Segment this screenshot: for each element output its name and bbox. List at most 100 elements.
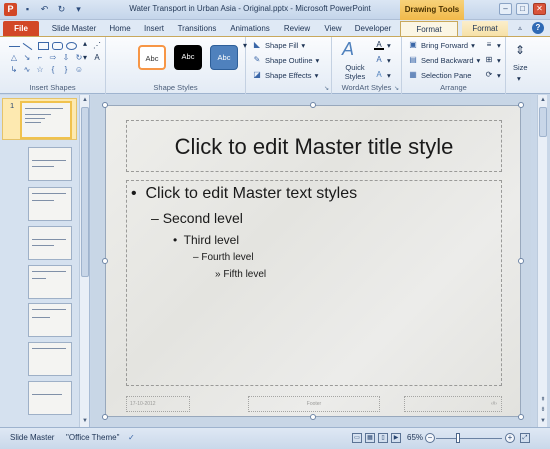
- curve-shape-icon[interactable]: ∿: [22, 65, 32, 75]
- maximize-icon[interactable]: □: [516, 3, 529, 15]
- rectangle-shape-icon[interactable]: [38, 42, 49, 50]
- style-preset-black[interactable]: Abc: [174, 45, 202, 70]
- text-fill-icon[interactable]: A ▾: [374, 40, 391, 50]
- block-arrow-shape-icon[interactable]: ⇨: [48, 53, 58, 63]
- slide-sorter-icon[interactable]: ▦: [365, 433, 375, 443]
- next-slide-icon[interactable]: ⇟: [539, 406, 547, 415]
- tab-home[interactable]: Home: [104, 21, 136, 36]
- thumbnail-layout[interactable]: [28, 147, 72, 181]
- minimize-icon[interactable]: –: [499, 3, 512, 15]
- group-objects-icon[interactable]: ⊞ ▾: [484, 55, 501, 65]
- powerpoint-icon[interactable]: P: [4, 3, 17, 16]
- text-outline-icon[interactable]: A ▾: [374, 55, 390, 65]
- thumbnail-layout[interactable]: [28, 342, 72, 376]
- rounded-rectangle-shape-icon[interactable]: [52, 42, 63, 50]
- undo-icon[interactable]: ↶: [38, 3, 51, 16]
- previous-slide-icon[interactable]: ⇞: [539, 396, 547, 405]
- triangle-shape-icon[interactable]: △: [9, 53, 19, 63]
- send-backward-button[interactable]: ▤ Send Backward ▾: [408, 55, 480, 65]
- zoom-in-icon[interactable]: +: [505, 433, 515, 443]
- customize-icon[interactable]: ▾: [72, 3, 85, 16]
- tab-animations[interactable]: Animations: [224, 21, 276, 36]
- oval-shape-icon[interactable]: [66, 42, 77, 50]
- shape-fill-button[interactable]: ◣ Shape Fill ▾: [252, 40, 305, 50]
- save-icon[interactable]: ▪: [21, 3, 34, 16]
- thumbnail-layout[interactable]: [28, 187, 72, 221]
- tab-view[interactable]: View: [318, 21, 348, 36]
- help-icon[interactable]: ?: [532, 22, 544, 34]
- scroll-up-icon[interactable]: ▲: [81, 96, 89, 105]
- arrow-line-shape-icon[interactable]: ↘: [22, 53, 32, 63]
- spell-check-icon[interactable]: ✓: [128, 433, 135, 442]
- tab-format-drawing[interactable]: Format: [400, 21, 458, 36]
- star-shape-icon[interactable]: ☆: [35, 65, 45, 75]
- thumbnail-layout[interactable]: [28, 303, 72, 337]
- slide-number-placeholder[interactable]: ‹#›: [404, 396, 502, 412]
- bring-forward-button[interactable]: ▣ Bring Forward ▾: [408, 40, 475, 50]
- tab-file[interactable]: File: [3, 21, 39, 36]
- down-arrow-shape-icon[interactable]: ⇩: [61, 53, 71, 63]
- shapes-more-icon[interactable]: ▾: [80, 53, 90, 63]
- text-box-icon[interactable]: A: [92, 53, 102, 63]
- shape-effects-button[interactable]: ◪ Shape Effects ▾: [252, 70, 318, 80]
- group-size[interactable]: ⇕ Size ▾: [506, 37, 536, 94]
- line-shape-icon[interactable]: [9, 46, 20, 47]
- tab-format-picture[interactable]: Format: [462, 21, 508, 36]
- bracket-shape-icon[interactable]: ⌐: [35, 53, 45, 63]
- minimize-ribbon-icon[interactable]: ▵: [514, 21, 526, 36]
- resize-handle[interactable]: [102, 258, 108, 264]
- slide-master[interactable]: Click to edit Master title style • Click…: [105, 105, 521, 417]
- smiley-shape-icon[interactable]: ☺: [74, 65, 84, 75]
- normal-view-icon[interactable]: ▭: [352, 433, 362, 443]
- close-icon[interactable]: ✕: [533, 3, 546, 15]
- selection-pane-button[interactable]: ▦ Selection Pane: [408, 70, 471, 80]
- fit-to-window-icon[interactable]: ⤢: [520, 433, 530, 443]
- date-placeholder[interactable]: 17-10-2012: [126, 396, 190, 412]
- title-placeholder[interactable]: Click to edit Master title style: [126, 120, 502, 172]
- tab-transitions[interactable]: Transitions: [172, 21, 222, 36]
- body-placeholder[interactable]: • Click to edit Master text styles – Sec…: [126, 180, 502, 386]
- wordart-launcher-icon[interactable]: ↘: [394, 85, 399, 92]
- slide-scrollbar[interactable]: ▲ ⇞ ⇟ ▼: [537, 95, 547, 427]
- shapes-scroll-up-icon[interactable]: ▴: [80, 39, 90, 49]
- tab-insert[interactable]: Insert: [138, 21, 170, 36]
- align-icon[interactable]: ≡ ▾: [484, 40, 501, 50]
- scrollbar-thumb[interactable]: [539, 107, 547, 137]
- reading-view-icon[interactable]: ▯: [378, 433, 388, 443]
- resize-handle[interactable]: [102, 102, 108, 108]
- footer-placeholder[interactable]: Footer: [248, 396, 380, 412]
- thumbnails-scrollbar[interactable]: ▲ ▼: [79, 95, 89, 427]
- zoom-slider[interactable]: [436, 438, 502, 439]
- quick-styles-icon[interactable]: A: [342, 39, 354, 60]
- resize-handle[interactable]: [518, 258, 524, 264]
- close-brace-shape-icon[interactable]: }: [61, 65, 71, 75]
- zoom-slider-knob[interactable]: [456, 433, 460, 443]
- resize-handle[interactable]: [518, 414, 524, 420]
- resize-handle[interactable]: [102, 414, 108, 420]
- status-theme[interactable]: "Office Theme": [66, 433, 119, 442]
- resize-handle[interactable]: [518, 102, 524, 108]
- style-preset-orange-outline[interactable]: Abc: [138, 45, 166, 70]
- resize-handle[interactable]: [310, 102, 316, 108]
- tab-slide-master[interactable]: Slide Master: [46, 21, 102, 36]
- diagonal-line-shape-icon[interactable]: [22, 42, 33, 51]
- scrollbar-thumb[interactable]: [81, 107, 89, 277]
- thumbnail-layout[interactable]: [28, 265, 72, 299]
- bent-arrow-shape-icon[interactable]: ↳: [9, 65, 19, 75]
- style-preset-blue[interactable]: Abc: [210, 45, 238, 70]
- scroll-down-icon[interactable]: ▼: [81, 417, 89, 426]
- slide-show-icon[interactable]: ▶: [391, 433, 401, 443]
- brace-shape-icon[interactable]: {: [48, 65, 58, 75]
- zoom-out-icon[interactable]: −: [425, 433, 435, 443]
- scroll-up-icon[interactable]: ▲: [539, 96, 547, 105]
- shape-outline-button[interactable]: ✎ Shape Outline ▾: [252, 55, 320, 65]
- tab-review[interactable]: Review: [278, 21, 316, 36]
- thumbnail-layout[interactable]: [28, 226, 72, 260]
- zoom-level[interactable]: 65%: [407, 433, 423, 442]
- resize-handle[interactable]: [310, 414, 316, 420]
- tab-developer[interactable]: Developer: [350, 21, 396, 36]
- text-effects-icon[interactable]: A ▾: [374, 70, 390, 80]
- redo-icon[interactable]: ↻: [55, 3, 68, 16]
- shape-styles-launcher-icon[interactable]: ↘: [324, 85, 329, 92]
- thumbnail-master[interactable]: [20, 101, 72, 139]
